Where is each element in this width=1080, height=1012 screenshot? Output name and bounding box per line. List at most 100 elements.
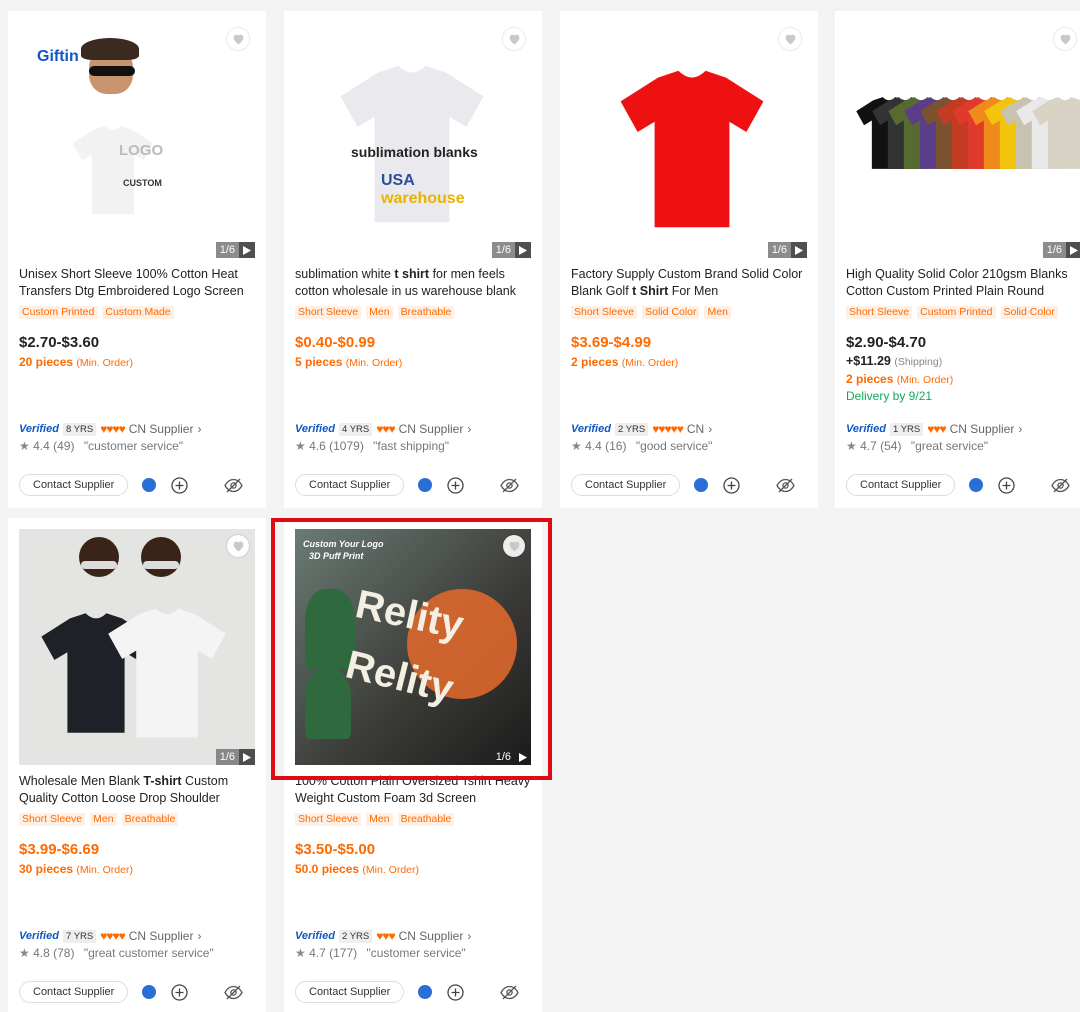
card-actions: Contact Supplier	[19, 981, 244, 1003]
review-highlight: "great customer service"	[83, 946, 214, 960]
hide-icon[interactable]	[500, 478, 520, 493]
product-tag: Short Sleeve	[295, 813, 362, 826]
product-tag: Custom Printed	[19, 306, 98, 319]
contact-supplier-button[interactable]: Contact Supplier	[19, 981, 129, 1003]
product-image[interactable]: sublimation blanks USA warehouse 1/6	[295, 22, 531, 258]
hide-icon[interactable]	[500, 985, 520, 1000]
image-count: 1/6	[491, 242, 515, 258]
product-title[interactable]: sublimation white t shirt for men feels …	[295, 266, 535, 300]
product-title[interactable]: High Quality Solid Color 210gsm Blanks C…	[846, 266, 1080, 300]
star-icon: ★	[295, 439, 306, 453]
add-icon[interactable]	[447, 476, 464, 494]
contact-supplier-button[interactable]: Contact Supplier	[846, 474, 956, 496]
supplier-origin: CN Supplier	[128, 929, 194, 943]
chat-icon[interactable]	[142, 985, 157, 999]
contact-supplier-button[interactable]: Contact Supplier	[19, 474, 129, 496]
product-tag: Custom Printed	[917, 306, 996, 319]
heart-icon[interactable]	[1054, 28, 1076, 50]
image-counter-badge[interactable]: 1/6	[767, 242, 807, 258]
heart-icon[interactable]	[227, 28, 249, 50]
shirt-print: CUSTOM	[123, 178, 162, 188]
supplier-rating[interactable]: ★ 4.4 (16) "good service"	[571, 439, 712, 453]
card-actions: Contact Supplier	[571, 474, 796, 496]
image-counter-badge[interactable]: 1/6	[1042, 242, 1080, 258]
supplier-info[interactable]: Verified 4 YRS ♥♥♥ CN Supplier ›	[295, 422, 471, 436]
hide-icon[interactable]	[224, 478, 244, 493]
chat-icon[interactable]	[418, 985, 433, 999]
supplier-info[interactable]: Verified 2 YRS ♥♥♥ CN Supplier ›	[295, 929, 471, 943]
product-image[interactable]: 1/6	[19, 529, 255, 765]
card-actions: Contact Supplier	[295, 981, 520, 1003]
supplier-years: 2 YRS	[338, 929, 373, 943]
image-counter-badge[interactable]: 1/6	[215, 749, 255, 765]
product-price: $3.69-$4.99	[571, 334, 652, 351]
supplier-origin: CN Supplier	[949, 422, 1015, 436]
shipping-cost: +$11.29 (Shipping)	[846, 354, 943, 368]
supplier-rating[interactable]: ★ 4.8 (78) "great customer service"	[19, 946, 214, 960]
contact-supplier-button[interactable]: Contact Supplier	[571, 474, 681, 496]
card-actions: Contact Supplier	[846, 474, 1071, 496]
supplier-info[interactable]: Verified 2 YRS ♥♥♥♥♥ CN ›	[571, 422, 712, 436]
min-order: 50.0 pieces (Min. Order)	[295, 862, 419, 876]
shirt-print: LOGO	[119, 142, 164, 159]
brand-logo: Giftin	[37, 48, 79, 65]
play-icon	[239, 242, 255, 258]
supplier-years: 7 YRS	[62, 929, 97, 943]
product-card[interactable]: 1/6 High Quality Solid Color 210gsm Blan…	[835, 11, 1080, 508]
add-icon[interactable]	[171, 476, 188, 494]
star-icon: ★	[19, 946, 30, 960]
image-counter-badge[interactable]: 1/6	[491, 242, 531, 258]
chat-icon[interactable]	[142, 478, 157, 492]
hide-icon[interactable]	[224, 985, 244, 1000]
product-tag: Men	[366, 813, 393, 826]
add-icon[interactable]	[723, 476, 740, 494]
hide-icon[interactable]	[1051, 478, 1071, 493]
heart-icon[interactable]	[227, 535, 249, 557]
add-icon[interactable]	[447, 983, 464, 1001]
product-image[interactable]: 1/6	[571, 22, 807, 258]
supplier-info[interactable]: Verified 1 YRS ♥♥♥ CN Supplier ›	[846, 422, 1022, 436]
contact-supplier-button[interactable]: Contact Supplier	[295, 474, 405, 496]
heart-icon[interactable]	[779, 28, 801, 50]
heart-icon[interactable]	[503, 28, 525, 50]
product-card[interactable]: Giftin LOGO CUSTOM 1/6 Unisex Short Slee…	[8, 11, 266, 508]
product-card[interactable]: 1/6 Factory Supply Custom Brand Solid Co…	[560, 11, 818, 508]
product-title[interactable]: Wholesale Men Blank T-shirt Custom Quali…	[19, 773, 259, 807]
product-card[interactable]: sublimation blanks USA warehouse 1/6 sub…	[284, 11, 542, 508]
product-image[interactable]: Giftin LOGO CUSTOM 1/6	[19, 22, 255, 258]
product-title[interactable]: Unisex Short Sleeve 100% Cotton Heat Tra…	[19, 266, 259, 300]
product-title[interactable]: Factory Supply Custom Brand Solid Color …	[571, 266, 811, 300]
add-icon[interactable]	[998, 476, 1015, 494]
image-counter-badge[interactable]: 1/6	[215, 242, 255, 258]
supplier-level-icons: ♥♥♥♥♥	[652, 422, 684, 436]
product-card[interactable]: 1/6 Wholesale Men Blank T-shirt Custom Q…	[8, 518, 266, 1012]
supplier-info[interactable]: Verified 7 YRS ♥♥♥♥ CN Supplier ›	[19, 929, 201, 943]
product-tags: Short Sleeve Solid Color Men	[571, 306, 731, 319]
contact-supplier-button[interactable]: Contact Supplier	[295, 981, 405, 1003]
image-count: 1/6	[215, 242, 239, 258]
supplier-rating[interactable]: ★ 4.7 (177) "customer service"	[295, 946, 466, 960]
chat-icon[interactable]	[418, 478, 433, 492]
chat-icon[interactable]	[694, 478, 709, 492]
selection-highlight	[271, 518, 552, 780]
product-tag: Breathable	[397, 813, 455, 826]
min-order: 5 pieces (Min. Order)	[295, 355, 403, 369]
verified-badge: Verified	[571, 423, 611, 435]
supplier-rating[interactable]: ★ 4.7 (54) "great service"	[846, 439, 988, 453]
supplier-info[interactable]: Verified 8 YRS ♥♥♥♥ CN Supplier ›	[19, 422, 201, 436]
hide-icon[interactable]	[776, 478, 796, 493]
rating-value: 4.7 (177)	[309, 946, 358, 960]
product-tag: Custom Made	[102, 306, 174, 319]
product-tag: Breathable	[121, 813, 179, 826]
product-tag: Short Sleeve	[19, 813, 86, 826]
chat-icon[interactable]	[969, 478, 984, 492]
supplier-level-icons: ♥♥♥	[376, 929, 395, 943]
star-icon: ★	[846, 439, 857, 453]
min-order: 2 pieces (Min. Order)	[846, 372, 954, 386]
supplier-rating[interactable]: ★ 4.4 (49) "customer service"	[19, 439, 183, 453]
add-icon[interactable]	[171, 983, 188, 1001]
product-tag: Short Sleeve	[846, 306, 913, 319]
product-tag: Men	[366, 306, 393, 319]
product-image[interactable]: 1/6	[846, 22, 1080, 258]
supplier-rating[interactable]: ★ 4.6 (1079) "fast shipping"	[295, 439, 449, 453]
